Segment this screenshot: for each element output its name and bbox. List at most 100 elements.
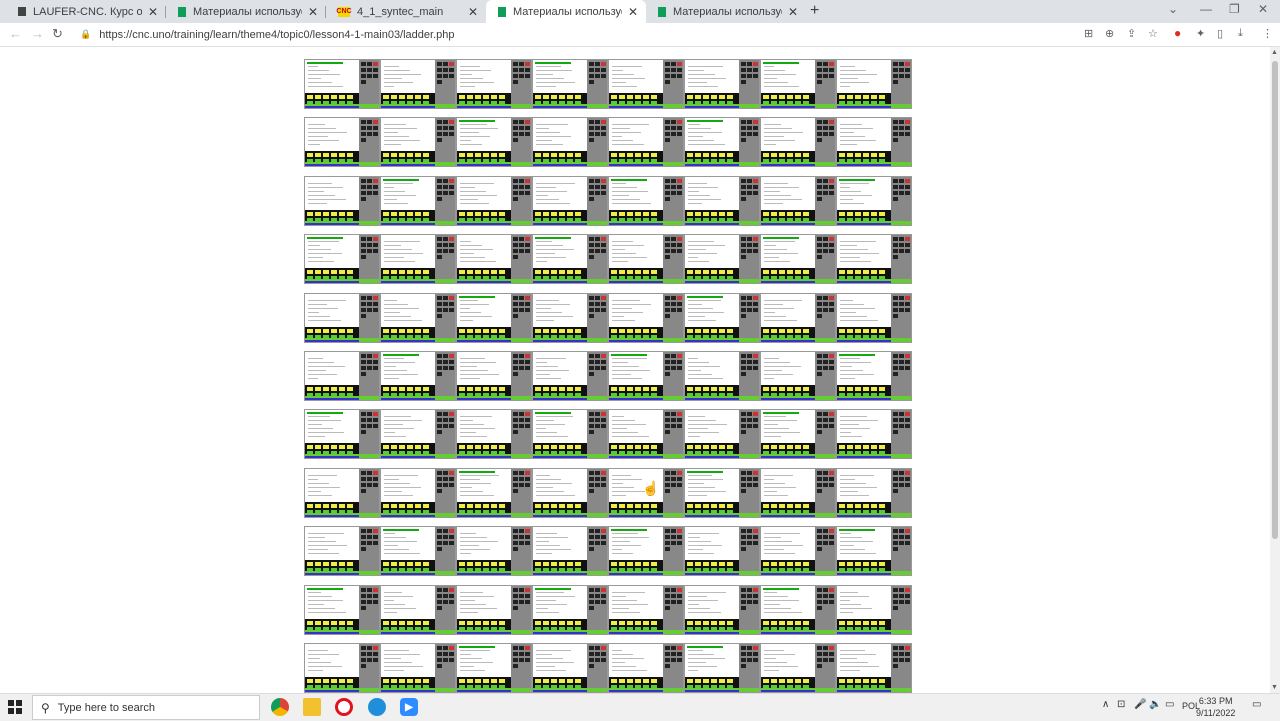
zoom-icon[interactable]: ⊕ (1105, 27, 1114, 40)
cnc-controller-screenshot-icon (532, 350, 608, 401)
cnc-controller-screenshot-icon (684, 642, 760, 693)
edge-icon[interactable] (368, 698, 386, 716)
tray-expand-icon[interactable]: ∧ (1102, 699, 1109, 710)
cnc-controller-screenshot-icon (456, 467, 532, 518)
close-tab-icon[interactable]: ✕ (308, 5, 318, 19)
document-icon (18, 7, 26, 16)
cnc-controller-screenshot-icon (684, 467, 760, 518)
system-clock[interactable]: 6:33 PM 9/11/2022 (1196, 695, 1235, 719)
menu-icon[interactable]: ⋮ (1262, 27, 1273, 40)
record-icon[interactable]: ● (1174, 26, 1181, 40)
cnc-controller-screenshot-icon (608, 117, 684, 168)
windows-taskbar: ⚲ Type here to search ▶ ∧ ⊡ 🎤 🔈 ▭ POL 6:… (0, 693, 1280, 721)
browser-tab-5[interactable]: Материалы используемые при ✕ (646, 0, 806, 23)
cnc-controller-screenshot-icon (760, 584, 836, 635)
cnc-controller-screenshot-icon (456, 526, 532, 577)
share-icon[interactable]: ⇪ (1127, 27, 1136, 40)
cnc-controller-screenshot-icon (836, 117, 912, 168)
notifications-icon[interactable]: ▭ (1252, 699, 1261, 710)
cnc-controller-screenshot-icon (760, 59, 836, 109)
cnc-controller-screenshot-icon (304, 234, 380, 285)
url-text: https://cnc.uno/training/learn/theme4/to… (99, 28, 455, 41)
clock-date: 9/11/2022 (1196, 708, 1236, 718)
side-panel-icon[interactable]: ▯ (1217, 27, 1223, 40)
cnc-controller-screenshot-icon (836, 234, 912, 285)
vertical-scrollbar[interactable]: ▲ ▼ (1270, 47, 1280, 693)
cnc-controller-screenshot-icon (380, 59, 456, 109)
tab-search-icon[interactable]: ⌄ (1168, 2, 1178, 16)
volume-icon[interactable]: 🔈 (1149, 699, 1161, 710)
cnc-controller-screenshot-icon (456, 292, 532, 343)
cnc-controller-screenshot-icon (684, 117, 760, 168)
scrollbar-thumb[interactable] (1272, 61, 1278, 539)
cnc-controller-screenshot-icon (304, 584, 380, 635)
cnc-controller-screenshot-icon (684, 234, 760, 285)
download-icon[interactable]: ⤓ (1238, 27, 1243, 40)
tab-title: Материалы используемые при (193, 5, 302, 18)
cnc-controller-screenshot-icon (608, 409, 684, 460)
cnc-controller-screenshot-icon (760, 526, 836, 577)
close-tab-icon[interactable]: ✕ (468, 5, 478, 19)
network-tray-icon[interactable]: ⊡ (1117, 699, 1125, 710)
tab-title: LAUFER-CNC. Курс обучения Ст (33, 5, 142, 18)
cnc-controller-screenshot-icon (760, 350, 836, 401)
forward-icon[interactable]: → (31, 26, 44, 41)
extensions-icon[interactable]: ✦ (1196, 27, 1205, 40)
cnc-controller-screenshot-icon (760, 409, 836, 460)
cnc-controller-screenshot-icon (456, 642, 532, 693)
close-tab-icon[interactable]: ✕ (788, 5, 798, 19)
cnc-controller-screenshot-icon (608, 584, 684, 635)
cnc-controller-screenshot-icon (760, 234, 836, 285)
mouse-cursor-icon: ☝ (642, 480, 660, 496)
sheets-icon (658, 6, 666, 17)
translate-icon[interactable]: ⊞ (1084, 27, 1093, 40)
scroll-down-icon[interactable]: ▼ (1271, 684, 1278, 691)
taskbar-search-box[interactable]: ⚲ Type here to search (32, 695, 260, 720)
new-tab-button[interactable]: + (810, 2, 819, 20)
close-tab-icon[interactable]: ✕ (148, 5, 158, 19)
page-content (0, 47, 1270, 693)
cnc-controller-screenshot-icon (608, 642, 684, 693)
cnc-controller-screenshot-icon (304, 117, 380, 168)
close-tab-icon[interactable]: ✕ (628, 5, 638, 19)
reload-icon[interactable]: ↻ (52, 26, 63, 42)
display-icon[interactable]: ▭ (1165, 699, 1174, 710)
cnc-controller-screenshot-icon (684, 409, 760, 460)
cnc-controller-screenshot-icon (380, 117, 456, 168)
opera-icon[interactable] (335, 698, 353, 716)
microphone-icon[interactable]: 🎤 (1134, 699, 1146, 710)
cnc-controller-screenshot-icon (532, 526, 608, 577)
cnc-controller-screenshot-icon (608, 59, 684, 109)
cnc-controller-screenshot-icon (304, 350, 380, 401)
cnc-controller-screenshot-icon (304, 175, 380, 226)
browser-tab-3[interactable]: CNC 4_1_syntec_main ✕ (326, 0, 486, 23)
scroll-up-icon[interactable]: ▲ (1271, 49, 1278, 56)
back-icon[interactable]: ← (9, 26, 22, 41)
search-placeholder: Type here to search (57, 701, 156, 714)
address-bar[interactable]: 🔒 https://cnc.uno/training/learn/theme4/… (80, 26, 455, 43)
file-explorer-icon[interactable] (303, 698, 321, 716)
cnc-controller-screenshot-icon (608, 526, 684, 577)
windows-start-icon[interactable] (8, 700, 22, 714)
browser-tab-1[interactable]: LAUFER-CNC. Курс обучения Ст ✕ (6, 0, 166, 23)
cnc-controller-screenshot-icon (836, 292, 912, 343)
thumbnail-row (304, 584, 912, 643)
thumbnail-row (304, 234, 912, 292)
zoom-app-icon[interactable]: ▶ (400, 698, 418, 716)
browser-tab-4[interactable]: Материалы используемые при ✕ (486, 0, 646, 23)
chrome-icon[interactable] (271, 698, 289, 716)
restore-icon[interactable]: ❐ (1229, 2, 1240, 16)
close-window-icon[interactable]: ✕ (1258, 2, 1268, 16)
clock-time: 6:33 PM (1198, 696, 1233, 706)
cnc-controller-screenshot-icon (684, 584, 760, 635)
cnc-controller-screenshot-icon (380, 175, 456, 226)
browser-tab-2[interactable]: Материалы используемые при ✕ (166, 0, 326, 23)
bookmark-star-icon[interactable]: ☆ (1148, 27, 1158, 40)
cnc-controller-screenshot-icon (684, 526, 760, 577)
cnc-controller-screenshot-icon (836, 467, 912, 518)
cnc-controller-screenshot-icon (532, 409, 608, 460)
thumbnail-row (304, 350, 912, 409)
minimize-icon[interactable]: — (1200, 2, 1212, 16)
cnc-controller-screenshot-icon (608, 175, 684, 226)
cnc-controller-screenshot-icon (380, 292, 456, 343)
